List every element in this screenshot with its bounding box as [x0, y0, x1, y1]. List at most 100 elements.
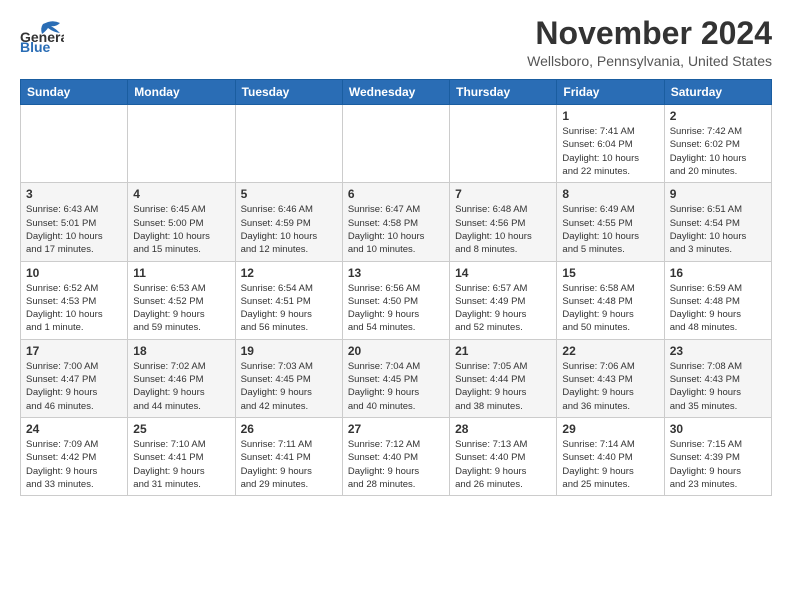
- day-number: 12: [241, 266, 337, 280]
- day-info: Sunrise: 7:10 AMSunset: 4:41 PMDaylight:…: [133, 438, 229, 491]
- week-row-3: 17 Sunrise: 7:00 AMSunset: 4:47 PMDayligh…: [21, 339, 772, 417]
- calendar-cell: 5 Sunrise: 6:46 AMSunset: 4:59 PMDaylight…: [235, 183, 342, 261]
- day-number: 15: [562, 266, 658, 280]
- week-row-2: 10 Sunrise: 6:52 AMSunset: 4:53 PMDayligh…: [21, 261, 772, 339]
- day-info: Sunrise: 7:15 AMSunset: 4:39 PMDaylight:…: [670, 438, 766, 491]
- weekday-header-saturday: Saturday: [664, 80, 771, 105]
- day-info: Sunrise: 7:00 AMSunset: 4:47 PMDaylight:…: [26, 360, 122, 413]
- calendar-cell: 25 Sunrise: 7:10 AMSunset: 4:41 PMDayligh…: [128, 417, 235, 495]
- day-number: 13: [348, 266, 444, 280]
- calendar-cell: 22 Sunrise: 7:06 AMSunset: 4:43 PMDayligh…: [557, 339, 664, 417]
- calendar-cell: 13 Sunrise: 6:56 AMSunset: 4:50 PMDayligh…: [342, 261, 449, 339]
- week-row-0: 1 Sunrise: 7:41 AMSunset: 6:04 PMDaylight…: [21, 105, 772, 183]
- day-info: Sunrise: 6:57 AMSunset: 4:49 PMDaylight:…: [455, 282, 551, 335]
- day-info: Sunrise: 7:14 AMSunset: 4:40 PMDaylight:…: [562, 438, 658, 491]
- calendar-table: SundayMondayTuesdayWednesdayThursdayFrid…: [20, 79, 772, 496]
- calendar-cell: 16 Sunrise: 6:59 AMSunset: 4:48 PMDayligh…: [664, 261, 771, 339]
- day-number: 27: [348, 422, 444, 436]
- day-info: Sunrise: 7:08 AMSunset: 4:43 PMDaylight:…: [670, 360, 766, 413]
- day-info: Sunrise: 6:59 AMSunset: 4:48 PMDaylight:…: [670, 282, 766, 335]
- calendar-cell: 26 Sunrise: 7:11 AMSunset: 4:41 PMDayligh…: [235, 417, 342, 495]
- day-info: Sunrise: 7:13 AMSunset: 4:40 PMDaylight:…: [455, 438, 551, 491]
- day-number: 7: [455, 187, 551, 201]
- day-info: Sunrise: 7:41 AMSunset: 6:04 PMDaylight:…: [562, 125, 658, 178]
- calendar-cell: 8 Sunrise: 6:49 AMSunset: 4:55 PMDaylight…: [557, 183, 664, 261]
- day-number: 8: [562, 187, 658, 201]
- day-number: 16: [670, 266, 766, 280]
- day-info: Sunrise: 6:56 AMSunset: 4:50 PMDaylight:…: [348, 282, 444, 335]
- calendar-cell: 10 Sunrise: 6:52 AMSunset: 4:53 PMDayligh…: [21, 261, 128, 339]
- calendar-cell: 24 Sunrise: 7:09 AMSunset: 4:42 PMDayligh…: [21, 417, 128, 495]
- weekday-header-row: SundayMondayTuesdayWednesdayThursdayFrid…: [21, 80, 772, 105]
- day-info: Sunrise: 7:09 AMSunset: 4:42 PMDaylight:…: [26, 438, 122, 491]
- day-info: Sunrise: 7:06 AMSunset: 4:43 PMDaylight:…: [562, 360, 658, 413]
- calendar-cell: 15 Sunrise: 6:58 AMSunset: 4:48 PMDayligh…: [557, 261, 664, 339]
- logo-svg: GeneralBlue: [20, 20, 64, 52]
- calendar-cell: 1 Sunrise: 7:41 AMSunset: 6:04 PMDaylight…: [557, 105, 664, 183]
- calendar-cell: 19Sunrise: 7:03 AMSunset: 4:45 PMDayligh…: [235, 339, 342, 417]
- day-number: 22: [562, 344, 658, 358]
- day-number: 1: [562, 109, 658, 123]
- weekday-header-wednesday: Wednesday: [342, 80, 449, 105]
- calendar-cell: 4 Sunrise: 6:45 AMSunset: 5:00 PMDaylight…: [128, 183, 235, 261]
- day-number: 30: [670, 422, 766, 436]
- day-info: Sunrise: 6:54 AMSunset: 4:51 PMDaylight:…: [241, 282, 337, 335]
- day-number: 19: [241, 344, 337, 358]
- calendar-cell: [342, 105, 449, 183]
- calendar-cell: 29 Sunrise: 7:14 AMSunset: 4:40 PMDayligh…: [557, 417, 664, 495]
- weekday-header-monday: Monday: [128, 80, 235, 105]
- location: Wellsboro, Pennsylvania, United States: [527, 53, 772, 69]
- day-number: 10: [26, 266, 122, 280]
- day-number: 29: [562, 422, 658, 436]
- day-info: Sunrise: 6:43 AMSunset: 5:01 PMDaylight:…: [26, 203, 122, 256]
- weekday-header-friday: Friday: [557, 80, 664, 105]
- day-info: Sunrise: 6:58 AMSunset: 4:48 PMDaylight:…: [562, 282, 658, 335]
- day-number: 25: [133, 422, 229, 436]
- week-row-4: 24 Sunrise: 7:09 AMSunset: 4:42 PMDayligh…: [21, 417, 772, 495]
- day-number: 17: [26, 344, 122, 358]
- day-number: 14: [455, 266, 551, 280]
- calendar-cell: 2 Sunrise: 7:42 AMSunset: 6:02 PMDaylight…: [664, 105, 771, 183]
- day-info: Sunrise: 6:52 AMSunset: 4:53 PMDaylight:…: [26, 282, 122, 335]
- calendar-cell: 30 Sunrise: 7:15 AMSunset: 4:39 PMDayligh…: [664, 417, 771, 495]
- day-number: 24: [26, 422, 122, 436]
- day-number: 21: [455, 344, 551, 358]
- day-number: 4: [133, 187, 229, 201]
- day-number: 23: [670, 344, 766, 358]
- day-number: 3: [26, 187, 122, 201]
- day-info: Sunrise: 6:49 AMSunset: 4:55 PMDaylight:…: [562, 203, 658, 256]
- calendar-cell: 28 Sunrise: 7:13 AMSunset: 4:40 PMDayligh…: [450, 417, 557, 495]
- calendar-cell: [128, 105, 235, 183]
- day-info: Sunrise: 7:12 AMSunset: 4:40 PMDaylight:…: [348, 438, 444, 491]
- day-info: Sunrise: 7:11 AMSunset: 4:41 PMDaylight:…: [241, 438, 337, 491]
- day-info: Sunrise: 6:45 AMSunset: 5:00 PMDaylight:…: [133, 203, 229, 256]
- day-number: 2: [670, 109, 766, 123]
- calendar-cell: 12 Sunrise: 6:54 AMSunset: 4:51 PMDayligh…: [235, 261, 342, 339]
- calendar-cell: [450, 105, 557, 183]
- calendar-cell: 18Sunrise: 7:02 AMSunset: 4:46 PMDayligh…: [128, 339, 235, 417]
- title-block: November 2024 Wellsboro, Pennsylvania, U…: [527, 16, 772, 69]
- day-number: 18: [133, 344, 229, 358]
- day-number: 26: [241, 422, 337, 436]
- day-number: 5: [241, 187, 337, 201]
- month-title: November 2024: [527, 16, 772, 51]
- calendar-cell: 17 Sunrise: 7:00 AMSunset: 4:47 PMDayligh…: [21, 339, 128, 417]
- calendar-cell: 6 Sunrise: 6:47 AMSunset: 4:58 PMDaylight…: [342, 183, 449, 261]
- day-info: Sunrise: 6:46 AMSunset: 4:59 PMDaylight:…: [241, 203, 337, 256]
- day-info: Sunrise: 6:48 AMSunset: 4:56 PMDaylight:…: [455, 203, 551, 256]
- day-info: Sunrise: 6:47 AMSunset: 4:58 PMDaylight:…: [348, 203, 444, 256]
- day-number: 20: [348, 344, 444, 358]
- day-number: 6: [348, 187, 444, 201]
- calendar-cell: 20Sunrise: 7:04 AMSunset: 4:45 PMDayligh…: [342, 339, 449, 417]
- week-row-1: 3 Sunrise: 6:43 AMSunset: 5:01 PMDaylight…: [21, 183, 772, 261]
- day-info: Sunrise: 7:42 AMSunset: 6:02 PMDaylight:…: [670, 125, 766, 178]
- page: GeneralBlue November 2024 Wellsboro, Pen…: [0, 0, 792, 512]
- day-number: 9: [670, 187, 766, 201]
- calendar-cell: 27 Sunrise: 7:12 AMSunset: 4:40 PMDayligh…: [342, 417, 449, 495]
- day-info: Sunrise: 6:53 AMSunset: 4:52 PMDaylight:…: [133, 282, 229, 335]
- calendar-cell: 14 Sunrise: 6:57 AMSunset: 4:49 PMDayligh…: [450, 261, 557, 339]
- weekday-header-tuesday: Tuesday: [235, 80, 342, 105]
- day-info: Sunrise: 6:51 AMSunset: 4:54 PMDaylight:…: [670, 203, 766, 256]
- calendar-cell: 23 Sunrise: 7:08 AMSunset: 4:43 PMDayligh…: [664, 339, 771, 417]
- day-number: 28: [455, 422, 551, 436]
